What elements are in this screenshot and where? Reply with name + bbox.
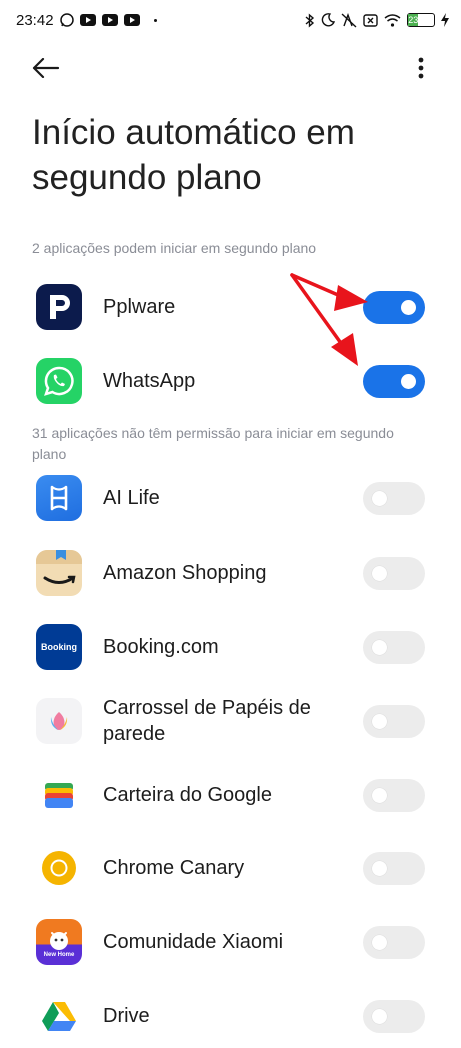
top-app-bar bbox=[0, 46, 461, 90]
battery-icon: 23 bbox=[407, 13, 435, 27]
more-vertical-icon bbox=[418, 57, 424, 79]
back-button[interactable] bbox=[28, 52, 64, 84]
amazon-icon bbox=[36, 550, 82, 596]
autostart-toggle-google-wallet[interactable] bbox=[363, 778, 425, 812]
do-not-disturb-moon-icon bbox=[321, 13, 335, 27]
app-name: Carteira do Google bbox=[103, 784, 272, 806]
app-row-google-wallet[interactable]: Carteira do Google bbox=[0, 763, 461, 827]
app-name: Amazon Shopping bbox=[103, 562, 267, 584]
app-row-whatsapp[interactable]: WhatsApp bbox=[0, 349, 461, 413]
status-time: 23:42 bbox=[16, 11, 54, 29]
autostart-toggle-wallpaper-carousel[interactable] bbox=[363, 704, 425, 738]
autostart-toggle-amazon-shopping[interactable] bbox=[363, 556, 425, 590]
autostart-toggle-whatsapp[interactable] bbox=[363, 364, 425, 398]
google-drive-icon bbox=[36, 993, 82, 1039]
autostart-toggle-booking[interactable] bbox=[363, 630, 425, 664]
autostart-toggle-xiaomi-community[interactable] bbox=[363, 925, 425, 959]
google-wallet-icon bbox=[36, 772, 82, 818]
app-row-chrome-canary[interactable]: Chrome Canary bbox=[0, 836, 461, 900]
wifi-icon bbox=[384, 13, 401, 27]
youtube-notification-icon bbox=[123, 14, 140, 26]
pplware-icon bbox=[36, 284, 82, 330]
youtube-notification-icon bbox=[79, 14, 96, 26]
app-row-wallpaper-carousel[interactable]: Carrossel de Papéis de parede bbox=[0, 689, 461, 753]
app-row-drive[interactable]: Drive bbox=[0, 984, 461, 1048]
status-bar: 23:42 23 bbox=[0, 0, 461, 40]
more-options-button[interactable] bbox=[409, 52, 433, 84]
app-row-amazon-shopping[interactable]: Amazon Shopping bbox=[0, 541, 461, 605]
app-name: Pplware bbox=[103, 296, 176, 318]
app-name: Carrossel de Papéis de parede bbox=[103, 697, 311, 745]
page-title: Início automático em segundo plano bbox=[32, 113, 355, 197]
allowed-section-label: 2 aplicações podem iniciar em segundo pl… bbox=[32, 240, 317, 256]
more-notifications-icon bbox=[153, 18, 157, 22]
denied-section-label: 31 aplicações não têm permissão para ini… bbox=[32, 425, 394, 462]
app-name: AI Life bbox=[103, 487, 160, 509]
chrome-canary-icon bbox=[36, 845, 82, 891]
autostart-toggle-drive[interactable] bbox=[363, 999, 425, 1033]
autostart-toggle-pplware[interactable] bbox=[363, 290, 425, 324]
youtube-notification-icon bbox=[101, 14, 118, 26]
app-row-xiaomi-community[interactable]: New Home Comunidade Xiaomi bbox=[0, 910, 461, 974]
bluetooth-icon bbox=[305, 12, 315, 28]
app-row-booking[interactable]: Booking Booking.com bbox=[0, 615, 461, 679]
app-row-pplware[interactable]: Pplware bbox=[0, 275, 461, 339]
vibrate-off-icon bbox=[341, 12, 357, 28]
arrow-left-icon bbox=[32, 58, 60, 78]
booking-icon: Booking bbox=[36, 624, 82, 670]
battery-level: 23 bbox=[408, 14, 419, 26]
whatsapp-icon bbox=[36, 358, 82, 404]
xiaomi-community-icon: New Home bbox=[36, 919, 82, 965]
whatsapp-notification-icon bbox=[59, 13, 74, 27]
app-row-ai-life[interactable]: AI Life bbox=[0, 466, 461, 530]
app-name: Comunidade Xiaomi bbox=[103, 931, 284, 953]
autostart-toggle-chrome-canary[interactable] bbox=[363, 851, 425, 885]
ai-life-icon bbox=[36, 475, 82, 521]
app-name: WhatsApp bbox=[103, 370, 196, 392]
charging-bolt-icon bbox=[441, 13, 449, 27]
no-sim-icon bbox=[363, 13, 378, 27]
wallpaper-carousel-icon bbox=[36, 698, 82, 744]
booking-icon-text: Booking bbox=[41, 642, 77, 652]
app-name: Booking.com bbox=[103, 636, 219, 658]
app-name: Chrome Canary bbox=[103, 857, 245, 879]
autostart-toggle-ai-life[interactable] bbox=[363, 481, 425, 515]
app-name: Drive bbox=[103, 1005, 150, 1027]
xiaomi-community-icon-text: New Home bbox=[43, 951, 75, 958]
